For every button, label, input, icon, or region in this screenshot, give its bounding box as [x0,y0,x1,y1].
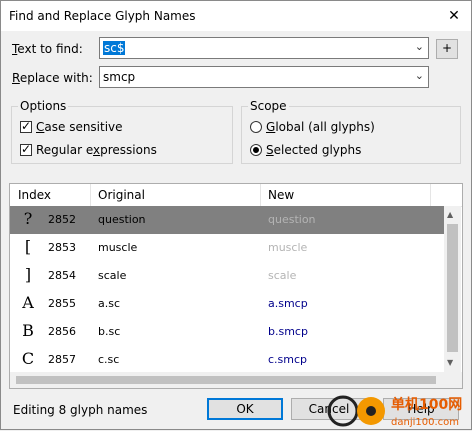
glyph-original-name: scale [98,269,127,282]
add-button[interactable]: + [436,39,458,59]
glyph-original-name: c.sc [98,353,120,366]
replace-combobox[interactable]: smcp ⌄ [99,66,429,88]
vertical-scrollbar[interactable]: ▲ ▼ [444,206,461,372]
list-header: Index Original New [10,184,462,207]
glyph-new-name: scale [268,269,297,282]
case-sensitive-label[interactable]: Case sensitive [36,120,123,134]
table-row[interactable]: C 2857 c.sc c.smcp [10,346,444,374]
glyph-original-name: muscle [98,241,138,254]
svg-text:danji100.com: danji100.com [391,417,459,428]
glyph-new-name: c.smcp [268,353,308,366]
header-divider[interactable] [260,184,261,206]
scroll-down-icon[interactable]: ▼ [447,358,453,367]
glyph-new-name: b.smcp [268,325,308,338]
glyph-original-name: question [98,213,146,226]
title-bar: Find and Replace Glyph Names ✕ [1,1,471,31]
chevron-down-icon[interactable]: ⌄ [415,69,424,82]
scroll-up-icon[interactable]: ▲ [447,210,453,219]
table-row[interactable]: [ 2853 muscle muscle [10,234,444,262]
glyph-preview: [ [24,237,32,256]
glyph-original-name: a.sc [98,297,121,310]
glyph-preview: C [21,349,35,368]
case-sensitive-checkbox[interactable]: ✓ [20,119,32,133]
table-row[interactable]: ] 2854 scale scale [10,262,444,290]
glyph-index: 2854 [48,269,76,282]
glyph-preview: A [22,293,34,312]
scope-group: Scope Global (all glyphs) Selected glyph… [241,99,461,164]
regex-checkbox[interactable]: ✓ [20,142,32,156]
scope-title: Scope [248,99,289,113]
find-combobox[interactable]: sc$ ⌄ [99,37,429,59]
horizontal-scroll-thumb[interactable] [16,376,436,384]
header-divider[interactable] [90,184,91,206]
chevron-down-icon[interactable]: ⌄ [415,40,424,53]
window-title: Find and Replace Glyph Names [9,9,196,23]
table-row[interactable]: B 2856 b.sc b.smcp [10,318,444,346]
find-input[interactable]: sc$ [103,41,126,55]
selected-glyphs-label[interactable]: Selected glyphs [266,143,361,157]
glyph-list[interactable]: Index Original New ? 2852 question quest… [9,183,463,389]
global-label[interactable]: Global (all glyphs) [266,120,375,134]
table-row[interactable]: A 2855 a.sc a.smcp [10,290,444,318]
header-divider[interactable] [430,184,431,206]
glyph-index: 2857 [48,353,76,366]
glyph-preview: B [22,321,34,340]
header-new[interactable]: New [268,188,294,202]
close-icon[interactable]: ✕ [443,6,465,26]
glyph-original-name: b.sc [98,325,121,338]
selected-glyphs-radio[interactable] [250,144,262,156]
glyph-new-name: muscle [268,241,308,254]
global-radio[interactable] [250,121,262,133]
glyph-index: 2852 [48,213,76,226]
header-index[interactable]: Index [18,188,51,202]
ok-button[interactable]: OK [207,398,283,420]
glyph-preview: ? [23,209,33,228]
options-group: Options ✓ Case sensitive ✓ Regular expre… [11,99,233,164]
status-text: Editing 8 glyph names [13,403,148,417]
options-title: Options [18,99,69,113]
replace-input[interactable]: smcp [103,70,135,84]
table-row[interactable]: ? 2852 question question [10,206,444,234]
find-replace-dialog: Find and Replace Glyph Names ✕ Text to f… [0,0,472,430]
replace-label: Replace with: [12,71,93,85]
vertical-scroll-thumb[interactable] [447,224,458,352]
glyph-preview: ] [24,265,32,284]
horizontal-scrollbar[interactable] [10,372,462,388]
radio-dot [253,147,259,153]
svg-text:单机100网: 单机100网 [391,396,462,413]
checkmark-icon: ✓ [21,119,32,133]
find-label: Text to find: [12,42,83,56]
glyph-index: 2853 [48,241,76,254]
regex-label[interactable]: Regular expressions [36,143,157,157]
watermark-logo: 单机100网 danji100.com [327,395,462,428]
header-original[interactable]: Original [98,188,145,202]
glyph-index: 2856 [48,325,76,338]
checkmark-icon: ✓ [21,142,32,156]
glyph-new-name: a.smcp [268,297,308,310]
glyph-index: 2855 [48,297,76,310]
glyph-new-name: question [268,213,316,226]
